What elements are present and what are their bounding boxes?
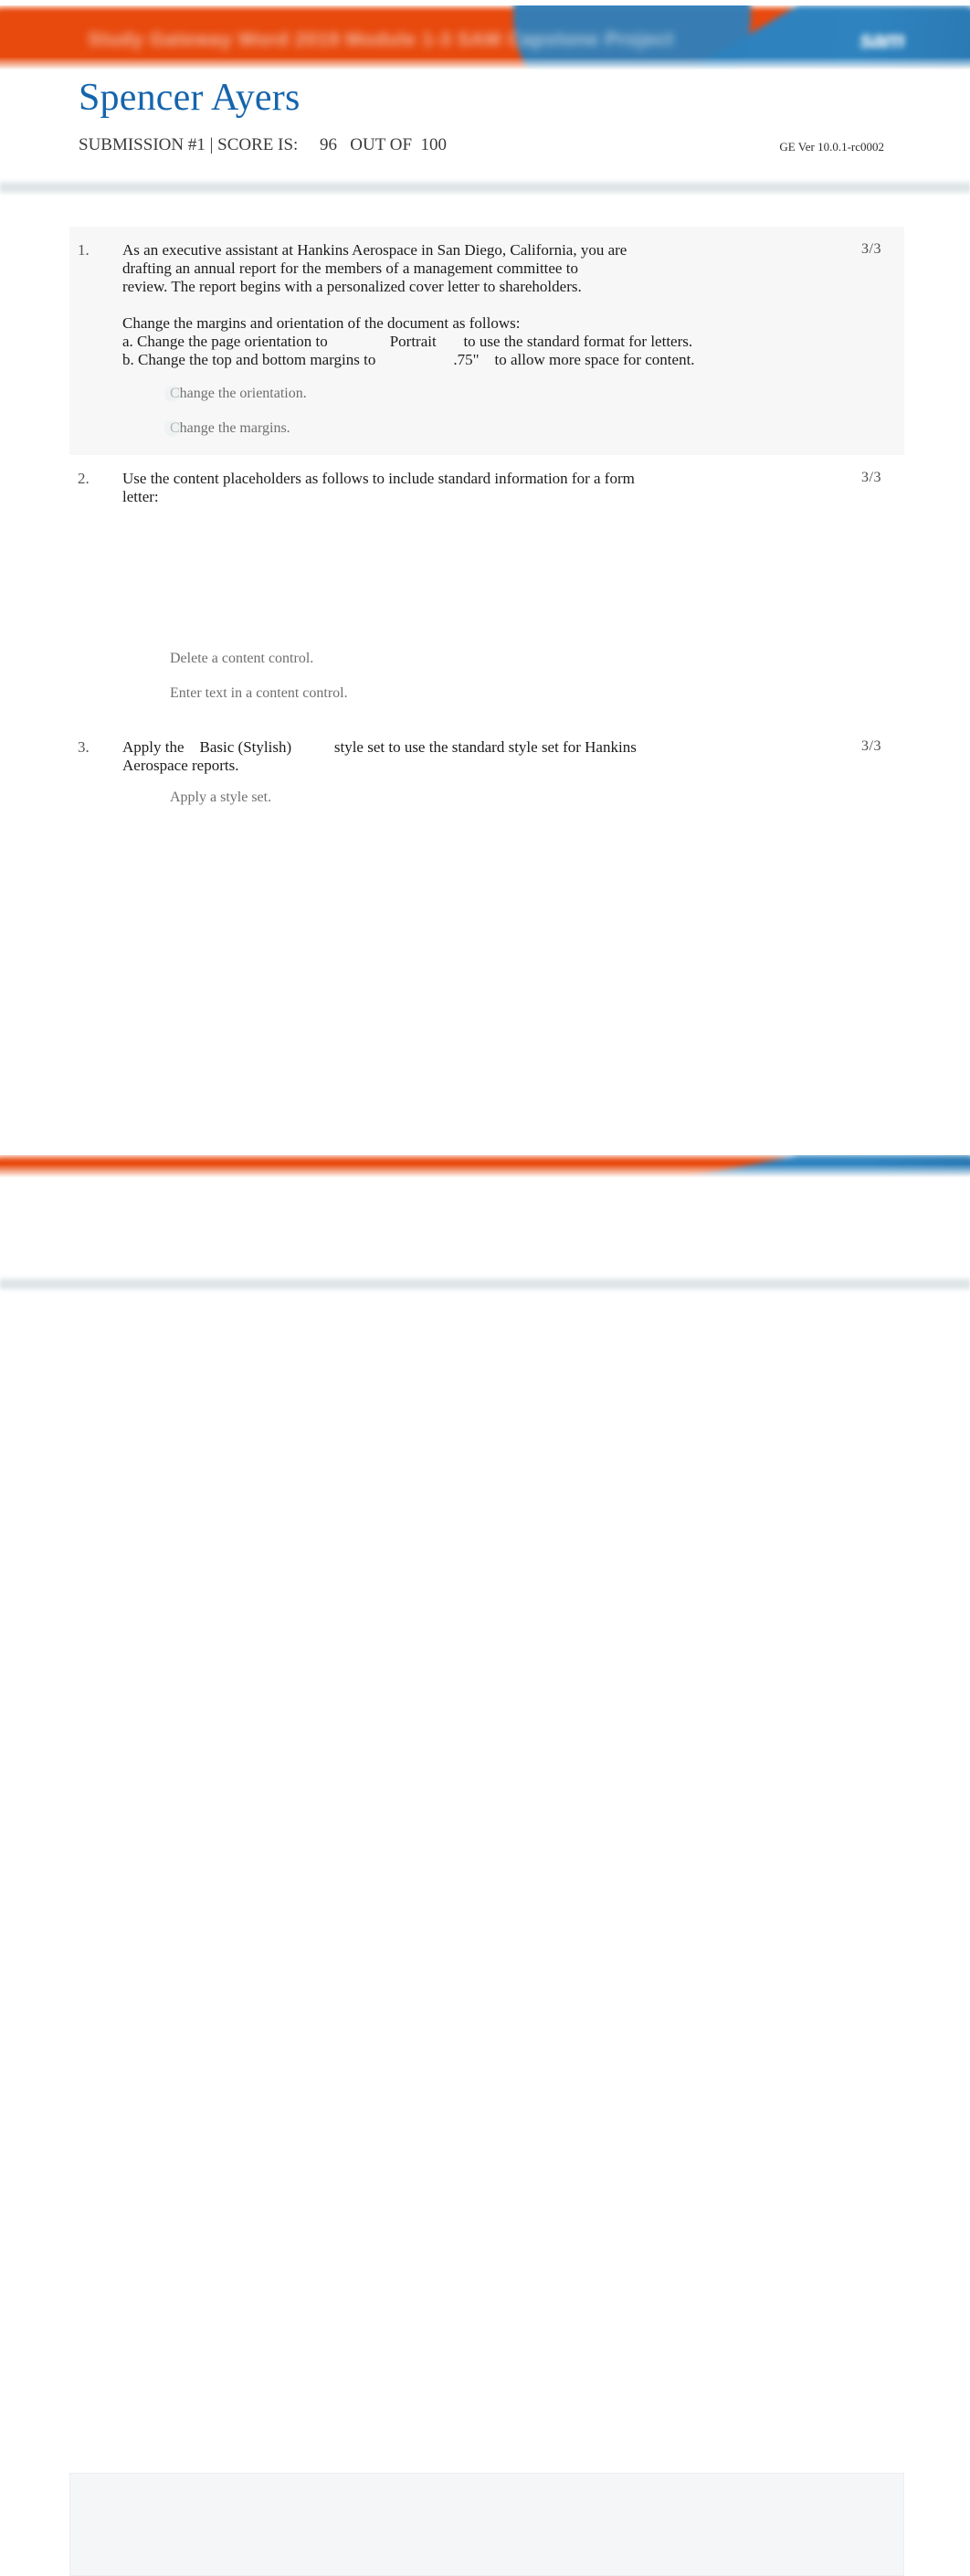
- subitem-label: Enter text in a content control.: [170, 685, 348, 701]
- task-description: As an executive assistant at Hankins Aer…: [122, 241, 695, 368]
- task-row: 1. As an executive assistant at Hankins …: [69, 227, 904, 455]
- subitem-label: Change the margins.: [170, 420, 290, 436]
- task-description: Use the content placeholders as follows …: [122, 470, 635, 505]
- task-header: 3. Apply the Basic (Stylish) style set t…: [69, 724, 904, 775]
- task-subitem-list: Delete a content control. Enter text in …: [69, 641, 904, 711]
- page-header-banner: Study Gateway Word 2019 Module 1-3 SAM C…: [0, 5, 970, 71]
- list-item: Change the orientation.: [69, 376, 904, 411]
- task-number: 1.: [78, 241, 90, 259]
- task-header: 1. As an executive assistant at Hankins …: [69, 227, 904, 369]
- task-score-badge: 3/3: [861, 241, 881, 257]
- task-number: 3.: [78, 738, 90, 756]
- task-subitem-list: Apply a style set.: [69, 780, 904, 815]
- task-score-badge: 3/3: [861, 738, 881, 754]
- task-header: 2. Use the content placeholders as follo…: [69, 455, 904, 506]
- task-spacer: [69, 446, 904, 455]
- results-card: 1. As an executive assistant at Hankins …: [69, 227, 904, 815]
- list-item: Delete a content control.: [69, 641, 904, 676]
- submission-meta-row: SUBMISSION #1 | SCORE IS: 96 OUT OF 100 …: [79, 135, 891, 159]
- subitem-label: Change the orientation.: [170, 386, 307, 401]
- grader-version-label: GE Ver 10.0.1-rc0002: [779, 140, 884, 154]
- task-spacer: [69, 711, 904, 724]
- task-description: Apply the Basic (Stylish) style set to u…: [122, 738, 637, 774]
- empty-content-card: [69, 2473, 904, 2576]
- page-2: [0, 1150, 970, 2576]
- banner-fade: [0, 57, 970, 71]
- list-item: Apply a style set.: [69, 780, 904, 815]
- task-media-placeholder: [69, 506, 904, 641]
- task-number: 2.: [78, 470, 90, 487]
- banner-title-text: Study Gateway Word 2019 Module 1-3 SAM C…: [88, 29, 674, 50]
- check-circle-icon: [164, 386, 181, 402]
- list-item: Change the margins.: [69, 411, 904, 446]
- page-1: Study Gateway Word 2019 Module 1-3 SAM C…: [0, 0, 970, 1150]
- footer-separator: [0, 1276, 970, 1292]
- task-score-badge: 3/3: [861, 470, 881, 485]
- page-footer-banner: [0, 1155, 970, 1179]
- task-row: 3. Apply the Basic (Stylish) style set t…: [69, 724, 904, 815]
- check-circle-icon: [164, 420, 181, 437]
- subitem-label: Delete a content control.: [170, 651, 314, 666]
- page-title: Spencer Ayers: [79, 77, 300, 119]
- submission-score-label: SUBMISSION #1 | SCORE IS: 96 OUT OF 100: [79, 135, 448, 154]
- subitem-label: Apply a style set.: [170, 790, 272, 805]
- banner-logo-text: sam: [859, 26, 905, 53]
- banner-fade: [0, 1164, 970, 1179]
- header-separator: [0, 179, 970, 196]
- task-row: 2. Use the content placeholders as follo…: [69, 455, 904, 724]
- list-item: Enter text in a content control.: [69, 676, 904, 711]
- task-subitem-list: Change the orientation. Change the margi…: [69, 376, 904, 446]
